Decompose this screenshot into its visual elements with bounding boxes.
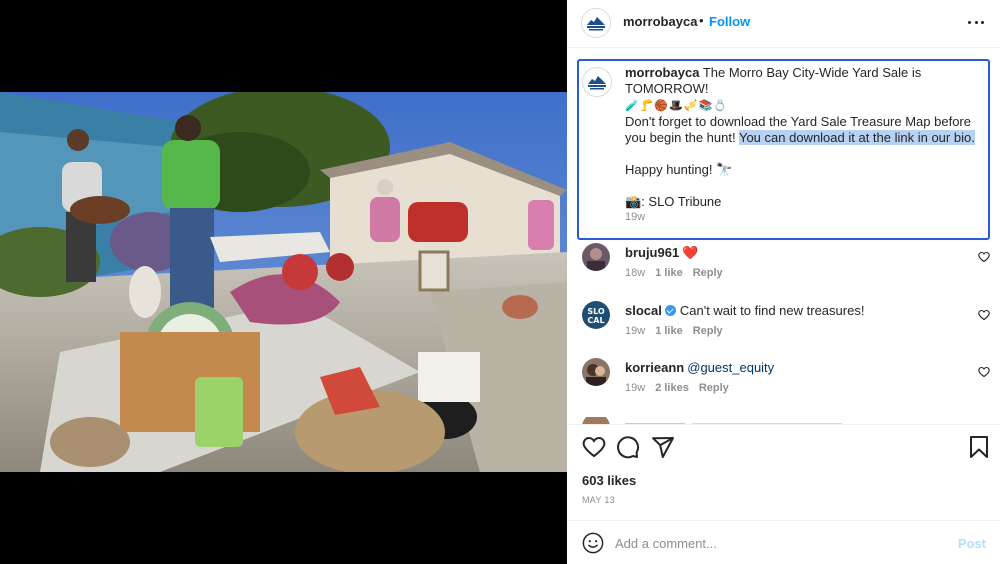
comment-username[interactable]: korrieann [625, 360, 684, 375]
comment-icon[interactable] [616, 435, 640, 459]
profile-avatar[interactable] [581, 8, 611, 38]
comment-meta: 18w 1 like Reply [625, 267, 733, 279]
comment-body: ❤️ [682, 245, 699, 260]
comment-row: bruju961 ❤️ 18w 1 like Reply [567, 241, 1000, 291]
post-media [0, 0, 567, 564]
comment-mention[interactable]: @guest_equity [687, 360, 774, 375]
comments-section[interactable]: morrobayca The Morro Bay City-Wide Yard … [567, 49, 1000, 424]
header-username[interactable]: morrobayca [623, 14, 697, 29]
caption-line-3: Happy hunting! 🔭 [625, 162, 733, 177]
caption-photo-credit: 📸: SLO Tribune [625, 194, 722, 209]
comment-likes[interactable]: 1 like [655, 325, 683, 337]
caption-avatar[interactable] [582, 67, 612, 97]
reply-button[interactable]: Reply [693, 325, 723, 337]
post-date[interactable]: MAY 13 [582, 495, 615, 505]
share-icon[interactable] [651, 435, 675, 459]
reply-button[interactable]: Reply [699, 382, 729, 394]
comment-username[interactable]: bruju961 [625, 245, 679, 260]
comment-avatar[interactable]: SLO CAL [582, 301, 610, 329]
reply-button[interactable]: Reply [693, 267, 723, 279]
comment-text: bruju961 ❤️ [625, 245, 698, 261]
comment-text: slocal Can't wait to find new treasures! [625, 303, 864, 318]
comment-body: Can't wait to find new treasures! [679, 303, 865, 318]
post-photo[interactable] [0, 92, 567, 472]
verified-icon [664, 305, 676, 316]
comment-heart-icon[interactable] [978, 251, 990, 263]
yard-sale-photo [0, 92, 567, 472]
more-options-icon[interactable] [968, 12, 984, 32]
comment-row: SLO CAL slocal Can't wait to find new trea… [567, 299, 1000, 349]
morro-bay-logo-icon [588, 76, 606, 90]
comment-meta: 19w 2 likes Reply [625, 382, 739, 394]
likes-count[interactable]: 603 likes [582, 473, 636, 488]
comment-time[interactable]: 18w [625, 267, 645, 279]
comment-row-cut-off [582, 417, 842, 424]
svg-text:SLO: SLO [587, 307, 605, 316]
comment-heart-icon[interactable] [978, 309, 990, 321]
post-button[interactable]: Post [958, 536, 986, 551]
post-header: morrobayca • Follow [567, 0, 1000, 48]
comment-likes[interactable]: 2 likes [655, 382, 689, 394]
post-actions: 603 likes MAY 13 [567, 424, 1000, 520]
caption-text: morrobayca The Morro Bay City-Wide Yard … [625, 65, 980, 210]
comment-time[interactable]: 19w [625, 382, 645, 394]
comment-time[interactable]: 19w [625, 325, 645, 337]
add-comment-bar: Post [567, 520, 1000, 564]
svg-text:CAL: CAL [587, 316, 604, 325]
comment-avatar[interactable] [582, 243, 610, 271]
caption-emojis: 🧪🦵🏀🎩🎺📚💍 [625, 100, 728, 112]
comment-text: korrieann @guest_equity [625, 360, 774, 375]
comment-input[interactable] [615, 529, 935, 557]
heart-icon[interactable] [582, 435, 606, 459]
caption-highlighted-text: You can download it at the link in our b… [738, 130, 975, 145]
comment-row: korrieann @guest_equity 19w 2 likes Reply [567, 356, 1000, 406]
follow-button[interactable]: Follow [709, 14, 750, 29]
caption-timestamp[interactable]: 19w [625, 211, 645, 223]
header-separator: • [699, 13, 704, 28]
emoji-icon[interactable] [582, 532, 604, 554]
comment-heart-icon[interactable] [978, 366, 990, 378]
bookmark-icon[interactable] [967, 435, 991, 459]
comment-meta: 19w 1 like Reply [625, 325, 733, 337]
morro-bay-logo-icon [587, 17, 605, 31]
caption: morrobayca The Morro Bay City-Wide Yard … [577, 59, 990, 240]
comment-avatar[interactable] [582, 358, 610, 386]
comment-username[interactable]: slocal [625, 303, 662, 318]
post-side-panel: morrobayca • Follow morrobayca The Morro… [567, 0, 1000, 564]
comment-likes[interactable]: 1 like [655, 267, 683, 279]
caption-username[interactable]: morrobayca [625, 65, 699, 80]
